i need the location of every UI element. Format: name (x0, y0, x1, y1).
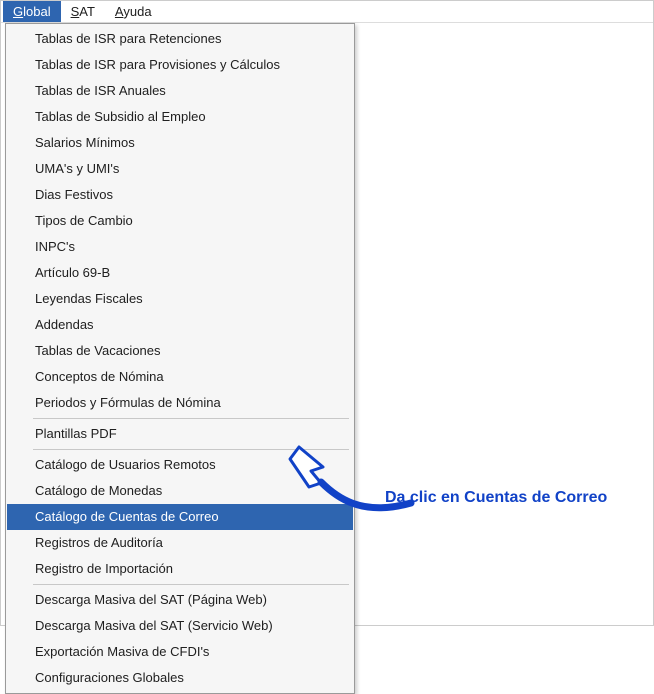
menu-item-tablas-de-subsidio-al-empleo[interactable]: Tablas de Subsidio al Empleo (7, 104, 353, 130)
menu-item-articulo-69-b[interactable]: Artículo 69-B (7, 260, 353, 286)
menu-item-catalogo-de-usuarios-remotos[interactable]: Catálogo de Usuarios Remotos (7, 452, 353, 478)
menu-item-periodos-y-formulas-de-nomina[interactable]: Periodos y Fórmulas de Nómina (7, 390, 353, 416)
menu-item-plantillas-pdf[interactable]: Plantillas PDF (7, 421, 353, 447)
menubar-item-ayuda[interactable]: Ayuda (105, 1, 162, 22)
menu-item-addendas[interactable]: Addendas (7, 312, 353, 338)
global-dropdown-menu: Tablas de ISR para RetencionesTablas de … (5, 23, 355, 694)
menu-item-registro-de-importacion[interactable]: Registro de Importación (7, 556, 353, 582)
menu-item-catalogo-de-monedas[interactable]: Catálogo de Monedas (7, 478, 353, 504)
menu-item-descarga-masiva-del-sat-servicio-web[interactable]: Descarga Masiva del SAT (Servicio Web) (7, 613, 353, 639)
menu-item-tipos-de-cambio[interactable]: Tipos de Cambio (7, 208, 353, 234)
menubar: GlobalSATAyuda (1, 1, 653, 23)
annotation-text: Da clic en Cuentas de Correo (385, 489, 607, 507)
menu-item-inpc-s[interactable]: INPC's (7, 234, 353, 260)
menu-item-configuraciones-globales[interactable]: Configuraciones Globales (7, 665, 353, 691)
menu-item-tablas-de-vacaciones[interactable]: Tablas de Vacaciones (7, 338, 353, 364)
menu-item-tablas-de-isr-para-retenciones[interactable]: Tablas de ISR para Retenciones (7, 26, 353, 52)
menu-separator (33, 418, 349, 419)
menu-item-catalogo-de-cuentas-de-correo[interactable]: Catálogo de Cuentas de Correo (7, 504, 353, 530)
menu-item-tablas-de-isr-anuales[interactable]: Tablas de ISR Anuales (7, 78, 353, 104)
menubar-item-global[interactable]: Global (3, 1, 61, 22)
menu-item-exportacion-masiva-de-cfdi-s[interactable]: Exportación Masiva de CFDI's (7, 639, 353, 665)
menu-item-uma-s-y-umi-s[interactable]: UMA's y UMI's (7, 156, 353, 182)
menu-item-conceptos-de-nomina[interactable]: Conceptos de Nómina (7, 364, 353, 390)
menubar-item-sat[interactable]: SAT (61, 1, 105, 22)
menu-separator (33, 584, 349, 585)
menu-item-salarios-minimos[interactable]: Salarios Mínimos (7, 130, 353, 156)
menu-item-leyendas-fiscales[interactable]: Leyendas Fiscales (7, 286, 353, 312)
menu-item-descarga-masiva-del-sat-pagina-web[interactable]: Descarga Masiva del SAT (Página Web) (7, 587, 353, 613)
menu-item-tablas-de-isr-para-provisiones-y-calculos[interactable]: Tablas de ISR para Provisiones y Cálculo… (7, 52, 353, 78)
menu-separator (33, 449, 349, 450)
menu-item-dias-festivos[interactable]: Dias Festivos (7, 182, 353, 208)
menu-item-registros-de-auditoria[interactable]: Registros de Auditoría (7, 530, 353, 556)
